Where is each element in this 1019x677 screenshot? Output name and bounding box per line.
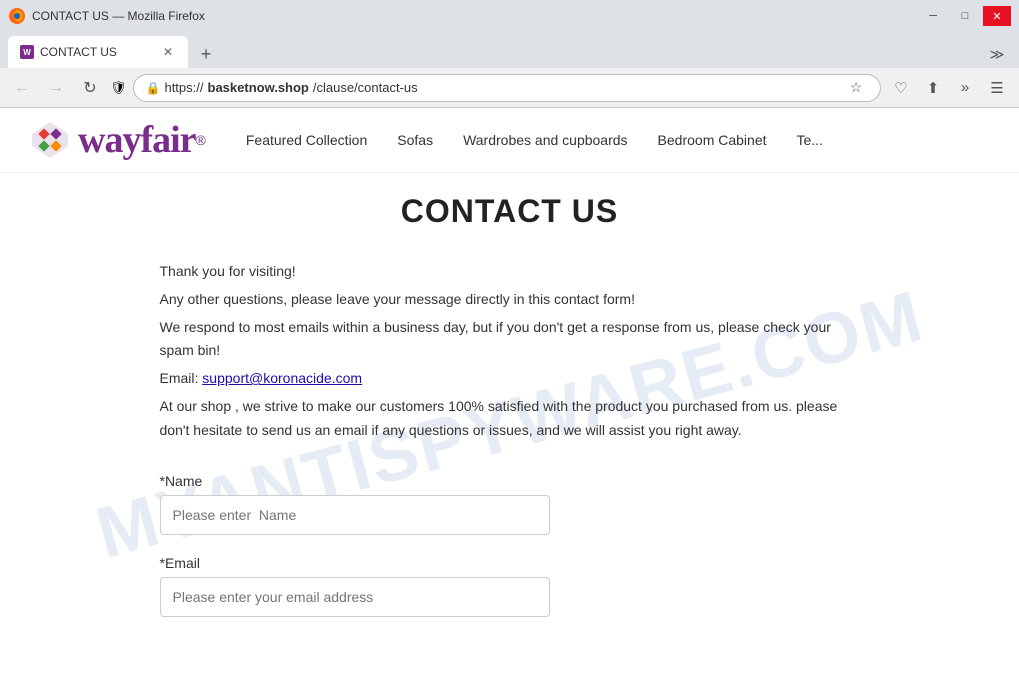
new-tab-button[interactable]: + (192, 40, 220, 68)
tab-close-button[interactable]: ✕ (160, 44, 176, 60)
nav-more[interactable]: Te... (797, 132, 823, 148)
url-bar[interactable]: 🔒 https:// basketnow.shop/clause/contact-… (133, 74, 881, 102)
more-pages-button[interactable]: » (951, 74, 979, 102)
menu-button[interactable]: ☰ (983, 74, 1011, 102)
contact-form: *Name *Email (160, 473, 860, 617)
name-form-group: *Name (160, 473, 860, 535)
site-logo-text: wayfair (78, 118, 196, 162)
heart-button[interactable]: ♡ (887, 74, 915, 102)
tab-label: CONTACT US (40, 45, 154, 59)
tab-favicon: W (20, 45, 34, 59)
name-input[interactable] (160, 495, 550, 535)
lock-icon: 🔒 (146, 81, 161, 95)
firefox-icon (8, 7, 26, 25)
nav-bedroom[interactable]: Bedroom Cabinet (658, 132, 767, 148)
name-label: *Name (160, 473, 860, 489)
back-button[interactable]: ← (8, 74, 36, 102)
forward-button[interactable]: → (42, 74, 70, 102)
email-line: Email: support@koronacide.com (160, 367, 860, 391)
nav-bar: ← → ↻ 🛡 🔒 https:// basketnow.shop/clause/… (0, 68, 1019, 108)
closing-paragraph: At our shop , we strive to make our cust… (160, 395, 860, 443)
logo-area: wayfair® (30, 118, 206, 162)
site-header: wayfair® Featured Collection Sofas Wardr… (0, 108, 1019, 173)
url-prefix: https:// (164, 80, 203, 95)
nav-featured[interactable]: Featured Collection (246, 132, 367, 148)
nav-wardrobes[interactable]: Wardrobes and cupboards (463, 132, 627, 148)
nav-right: ♡ ⬆ » ☰ (887, 74, 1011, 102)
url-path: /clause/contact-us (313, 80, 418, 95)
svg-text:W: W (23, 48, 31, 57)
intro-line-3: We respond to most emails within a busin… (160, 316, 860, 364)
contact-body: Thank you for visiting! Any other questi… (160, 260, 860, 617)
minimize-button[interactable]: ─ (919, 6, 947, 26)
window-controls: ─ □ ✕ (919, 6, 1011, 26)
url-domain: basketnow.shop (208, 80, 309, 95)
intro-line-1: Thank you for visiting! (160, 260, 860, 284)
tab-overflow-button[interactable]: ≫ (983, 40, 1011, 68)
tab-bar: W CONTACT US ✕ + ≫ (0, 32, 1019, 68)
intro-line-2: Any other questions, please leave your m… (160, 288, 860, 312)
nav-sofas[interactable]: Sofas (397, 132, 433, 148)
window-title: CONTACT US — Mozilla Firefox (32, 9, 205, 23)
website-content: wayfair® Featured Collection Sofas Wardr… (0, 108, 1019, 677)
email-input[interactable] (160, 577, 550, 617)
maximize-button[interactable]: □ (951, 6, 979, 26)
page-title: CONTACT US (40, 193, 979, 230)
logo-reg: ® (196, 132, 206, 148)
active-tab[interactable]: W CONTACT US ✕ (8, 36, 188, 68)
bookmark-button[interactable]: ☆ (844, 76, 868, 100)
title-bar: CONTACT US — Mozilla Firefox ─ □ ✕ (0, 0, 1019, 32)
page-content: MYANTISPYWARE.COM CONTACT US Thank you f… (0, 173, 1019, 677)
shield-icon: 🛡 (110, 80, 127, 96)
logo-diamond-icon (30, 120, 70, 160)
share-button[interactable]: ⬆ (919, 74, 947, 102)
email-address-link[interactable]: support@koronacide.com (202, 370, 362, 386)
email-label: Email: (160, 370, 203, 386)
email-field-label: *Email (160, 555, 860, 571)
main-navigation: Featured Collection Sofas Wardrobes and … (246, 132, 823, 148)
close-button[interactable]: ✕ (983, 6, 1011, 26)
refresh-button[interactable]: ↻ (76, 74, 104, 102)
email-form-group: *Email (160, 555, 860, 617)
